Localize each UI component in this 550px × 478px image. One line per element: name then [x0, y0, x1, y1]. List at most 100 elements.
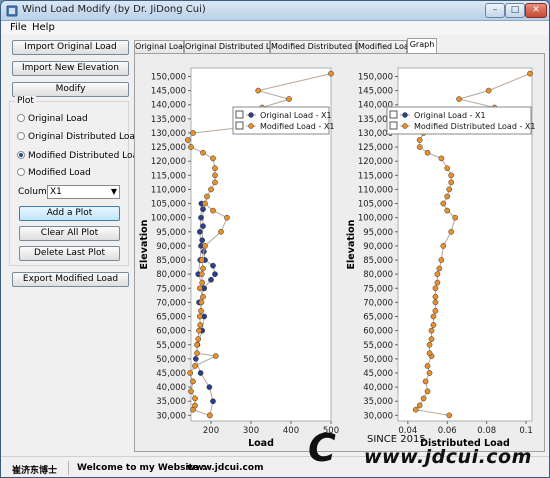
chart2-ytick-label: 150,000: [358, 72, 393, 82]
chart2-data-point: [446, 412, 453, 419]
radio-label: Original Distributed Load: [28, 132, 141, 142]
chart1-legend-marker: [248, 123, 254, 129]
chart1-data-point: [194, 350, 200, 357]
chart1-data-point: [184, 137, 191, 143]
radio-indicator[interactable]: [17, 168, 25, 176]
tab-original-load[interactable]: Original Load: [134, 40, 188, 54]
chart1-data-point: [195, 336, 202, 342]
chart1-data-point: [210, 398, 216, 405]
chart1-data-point: [200, 223, 206, 229]
status-url[interactable]: www.jdcui.com: [187, 463, 263, 473]
menu-file[interactable]: File: [10, 22, 27, 33]
chart1-ytick-label: 65,000: [156, 313, 186, 323]
chart1-data-point: [206, 384, 213, 390]
charts-svg: 30,000 35,000 40,000 45,000 50,000 55,000 60,0…: [139, 67, 535, 449]
chart1-data-point: [208, 186, 214, 193]
radio-indicator[interactable]: [17, 132, 25, 140]
chart1-data-point: [208, 276, 214, 283]
chart2-ytick-label: 110,000: [358, 185, 393, 195]
clear-all-plot-button[interactable]: Clear All Plot: [19, 226, 120, 241]
chart1-data-point: [202, 243, 208, 249]
chart1-ytick-label: 40,000: [156, 383, 186, 393]
chart2-data-point: [436, 265, 443, 272]
chart1-data-point: [200, 149, 206, 156]
chart2-ylabel: Elevation: [346, 219, 357, 269]
radio-label: Original Load: [28, 114, 88, 124]
radio-modified-distributed-load[interactable]: Modified Distributed Load: [17, 151, 144, 161]
status-author: 崔济东博士: [12, 466, 58, 476]
chart2-data-point: [432, 293, 439, 300]
radio-label: Modified Load: [28, 168, 91, 178]
tab-modified-load[interactable]: Modified Load: [357, 40, 414, 54]
chart2-data-point: [424, 149, 431, 156]
chart1-data-point: [224, 214, 230, 221]
chart1-data-point: [199, 237, 206, 244]
chart1-ytick-label: 130,000: [151, 129, 186, 139]
delete-last-plot-button[interactable]: Delete Last Plot: [19, 246, 120, 261]
chart2-data-point: [444, 207, 451, 214]
chart1-ytick-label: 95,000: [156, 228, 186, 238]
chart1-ytick-label: 145,000: [151, 87, 186, 97]
plot-group-label: Plot: [15, 96, 36, 106]
add-plot-button[interactable]: Add a Plot: [19, 206, 120, 221]
chart1-data-point: [198, 214, 204, 221]
chart1-ytick-label: 45,000: [156, 369, 186, 379]
chart1-data-point: [192, 356, 199, 362]
menu-help[interactable]: Help: [32, 22, 55, 33]
chart1-data-point: [198, 257, 205, 263]
chevron-down-icon[interactable]: ▼: [111, 186, 117, 198]
chart1-ytick-label: 85,000: [156, 256, 186, 266]
radio-modified-load[interactable]: Modified Load: [17, 168, 91, 178]
radio-indicator[interactable]: [17, 151, 25, 159]
chart1-data-point: [188, 144, 194, 150]
chart2-ytick-label: 85,000: [363, 256, 393, 266]
chart1-xlabel: Load: [248, 438, 274, 449]
main-window: Wind Load Modify (by Dr. JiDong Cui) – □…: [0, 0, 550, 478]
chart1-data-point: [200, 265, 206, 272]
chart1-ytick-label: 90,000: [156, 242, 186, 252]
logo-since: SINCE 2015: [367, 434, 426, 445]
minimize-button[interactable]: –: [485, 3, 505, 18]
maximize-button[interactable]: □: [505, 3, 525, 18]
export-modified-load-button[interactable]: Export Modified Load: [12, 272, 129, 287]
chart1-data-point: [212, 172, 218, 179]
tab-modified-distributed-load[interactable]: Modified Distributed Load: [270, 40, 374, 54]
chart1-data-point: [198, 271, 205, 278]
chart1-data-point: [212, 165, 218, 172]
chart2-legend-marker: [402, 123, 408, 129]
chart2-ytick-label: 105,000: [358, 200, 393, 210]
chart2-ytick-label: 50,000: [363, 355, 393, 365]
chart2-ytick-label: 35,000: [363, 397, 393, 407]
chart2-ytick-label: 95,000: [363, 228, 393, 238]
chart2-ytick-label: 120,000: [358, 157, 393, 167]
radio-original-distributed-load[interactable]: Original Distributed Load: [17, 132, 141, 142]
chart2-data-point: [446, 186, 453, 193]
chart2-data-point: [416, 402, 423, 409]
chart2-data-point: [416, 137, 423, 143]
chart1-data-point: [212, 271, 218, 278]
chart1-legend-checkbox: [235, 110, 244, 119]
chart1-data-point: [210, 262, 216, 269]
close-button[interactable]: ✕: [525, 3, 547, 18]
tab-original-distributed-load[interactable]: Original Distributed Load: [184, 40, 285, 54]
column-select[interactable]: X1 ▼: [47, 185, 120, 199]
chart2-data-point: [420, 395, 427, 402]
radio-original-load[interactable]: Original Load: [17, 114, 88, 124]
radio-indicator[interactable]: [17, 114, 25, 122]
chart1-data-point: [198, 299, 205, 306]
chart2-legend-checkbox: [389, 121, 398, 130]
window-title: Wind Load Modify (by Dr. JiDong Cui): [22, 4, 206, 15]
watermark-logo: C SINCE 2015 www.jdcui.com: [306, 426, 549, 477]
chart1-ytick-label: 105,000: [151, 200, 186, 210]
import-original-load-button[interactable]: Import Original Load: [12, 40, 129, 55]
import-new-elevation-button[interactable]: Import New Elevation: [12, 61, 129, 76]
chart2-data-point: [424, 388, 431, 395]
modify-button[interactable]: Modify: [12, 82, 129, 97]
chart2-data-point: [412, 406, 419, 413]
chart2-ytick-label: 30,000: [363, 411, 393, 421]
chart1-ytick-label: 110,000: [151, 185, 186, 195]
chart1-ytick-label: 150,000: [151, 72, 186, 82]
chart2-data-point: [428, 336, 435, 342]
chart1-ytick-label: 135,000: [151, 115, 186, 125]
tab-graph[interactable]: Graph: [407, 38, 437, 54]
